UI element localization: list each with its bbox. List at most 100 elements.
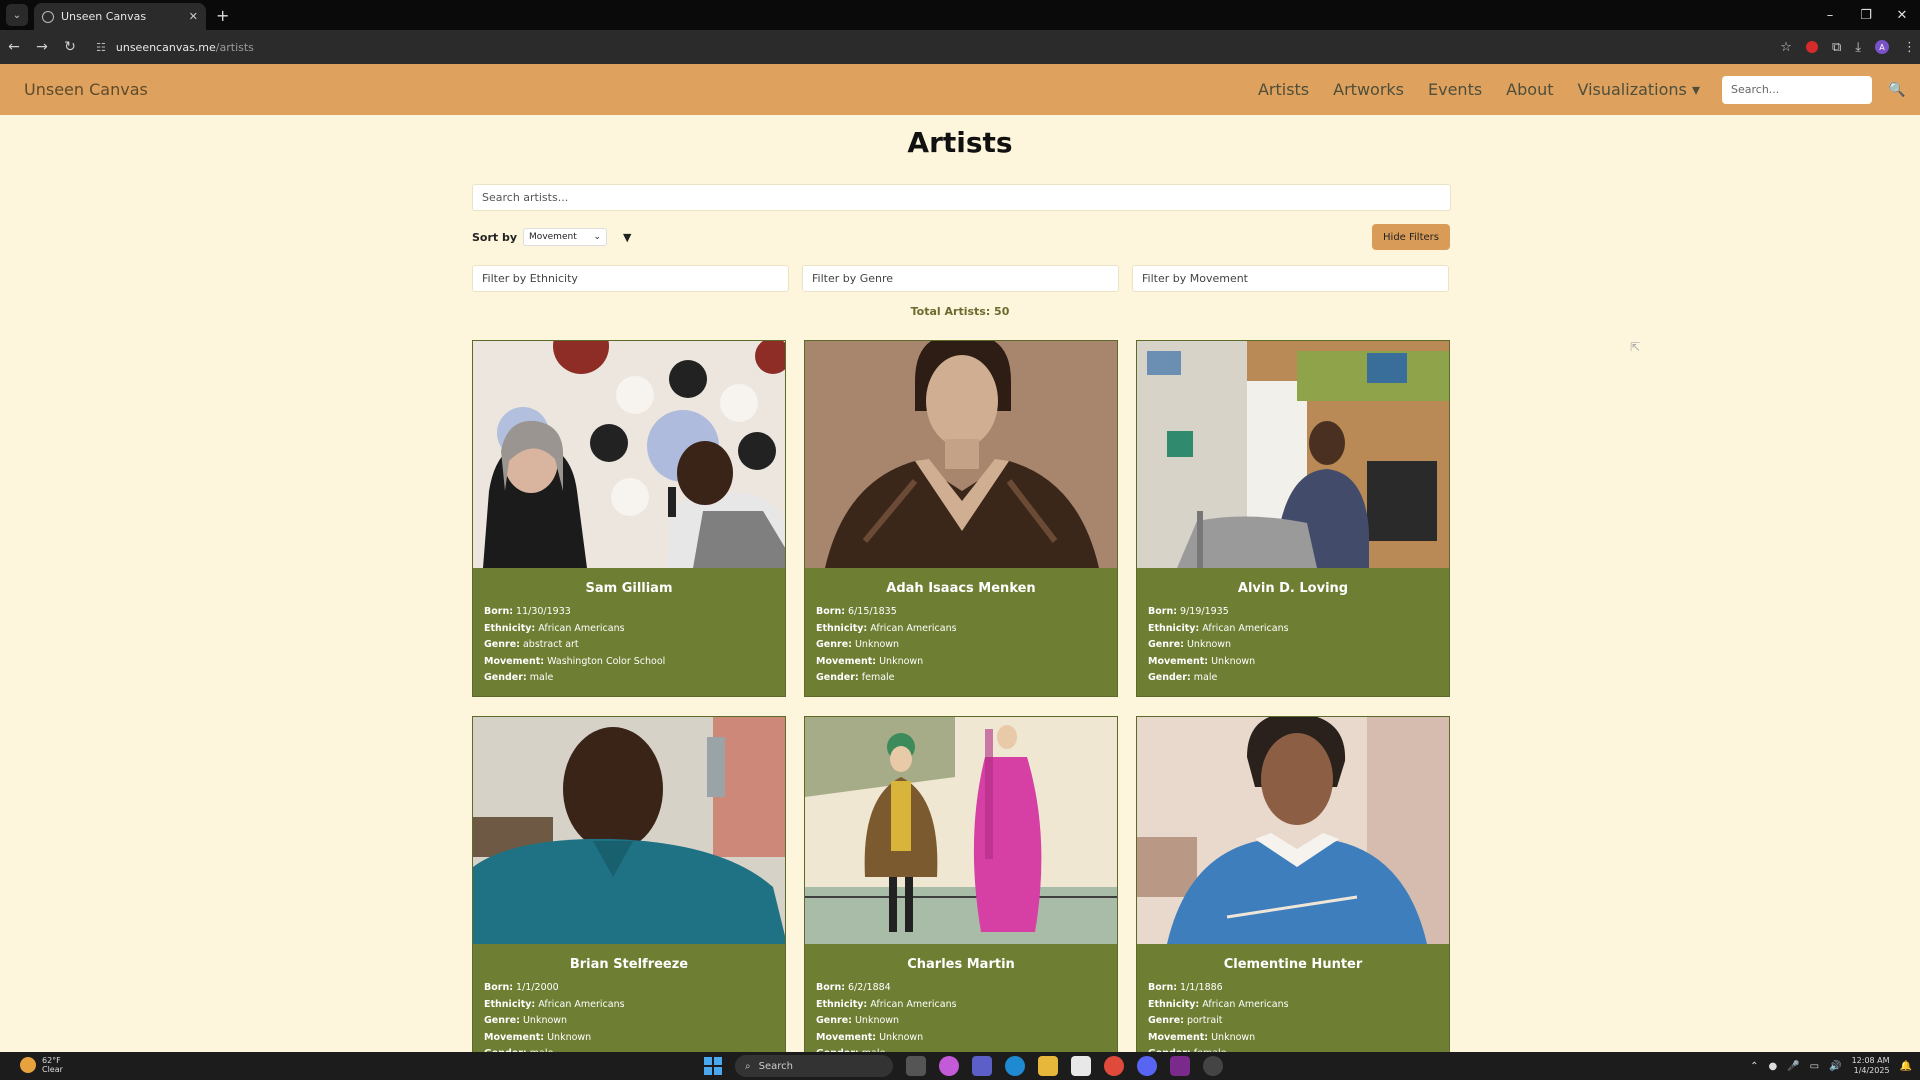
close-tab-icon[interactable]: ✕ bbox=[189, 10, 198, 23]
profile-avatar[interactable]: A bbox=[1875, 40, 1889, 54]
chrome-icon[interactable] bbox=[1104, 1056, 1124, 1076]
artist-gender: male bbox=[529, 672, 554, 683]
weather-desc: Clear bbox=[42, 1065, 63, 1074]
artist-ethnicity: African Americans bbox=[538, 622, 625, 634]
nav-events-link[interactable]: Events bbox=[1428, 80, 1482, 99]
task-view-icon[interactable] bbox=[906, 1056, 926, 1076]
sort-select[interactable]: Movement ⌄ bbox=[523, 228, 608, 246]
store-icon[interactable] bbox=[1071, 1056, 1091, 1076]
artist-genre: Unknown bbox=[854, 1015, 900, 1026]
taskbar-apps: ⌕ Search bbox=[704, 1055, 1223, 1077]
artist-genre: Unknown bbox=[1186, 639, 1232, 650]
tab-search-chevron-icon[interactable]: ⌄ bbox=[6, 4, 28, 26]
back-arrow-icon[interactable]: ← bbox=[0, 39, 28, 55]
discord-icon[interactable] bbox=[1137, 1056, 1157, 1076]
artist-card-adah-isaacs-menken[interactable]: Adah Isaacs Menken Born: 6/15/1835 Ethni… bbox=[804, 340, 1118, 697]
menu-kebab-icon[interactable]: ⋮ bbox=[1903, 40, 1916, 55]
artist-details: Born: 11/30/1933 Ethnicity: African Amer… bbox=[484, 606, 666, 683]
search-icon[interactable]: 🔍 bbox=[1888, 82, 1905, 98]
download-icon[interactable]: ⤓ bbox=[1855, 40, 1861, 55]
artist-name: Charles Martin bbox=[907, 957, 1015, 972]
nav-visualizations-dropdown[interactable]: Visualizations ▾ bbox=[1577, 80, 1700, 99]
artist-genre: Unknown bbox=[854, 639, 900, 650]
artist-card-charles-martin[interactable]: Charles Martin Born: 6/2/1884 Ethnicity:… bbox=[804, 716, 1118, 1073]
search-artists-input[interactable]: Search artists... bbox=[472, 184, 1451, 211]
nav-artists-link[interactable]: Artists bbox=[1258, 80, 1309, 99]
volume-icon[interactable]: 🔊 bbox=[1829, 1061, 1841, 1072]
artist-movement: Washington Color School bbox=[547, 655, 666, 667]
artist-movement: Unknown bbox=[1211, 1031, 1256, 1043]
file-explorer-icon[interactable] bbox=[1038, 1056, 1058, 1076]
globe-icon bbox=[42, 10, 54, 23]
steam-icon[interactable] bbox=[1203, 1056, 1223, 1076]
site-search-input[interactable]: Search... bbox=[1722, 76, 1872, 104]
microphone-icon[interactable]: 🎤 bbox=[1787, 1061, 1799, 1072]
tray-app-icon[interactable]: ● bbox=[1768, 1061, 1777, 1072]
artist-gender: male bbox=[1193, 672, 1218, 683]
close-window-icon[interactable]: ✕ bbox=[1884, 8, 1920, 23]
artist-card-clementine-hunter[interactable]: Clementine Hunter Born: 1/1/1886 Ethnici… bbox=[1136, 716, 1450, 1073]
artist-details: Born: 9/19/1935 Ethnicity: African Ameri… bbox=[1148, 606, 1289, 683]
browser-tab-active[interactable]: Unseen Canvas ✕ bbox=[34, 3, 206, 30]
page-title: Artists bbox=[907, 126, 1013, 159]
artist-name: Alvin D. Loving bbox=[1237, 581, 1349, 596]
nav-links: Artists Artworks Events About Visualizat… bbox=[1258, 80, 1700, 99]
filter-genre-input[interactable]: Filter by Genre bbox=[802, 265, 1119, 292]
artist-ethnicity: African Americans bbox=[1202, 998, 1289, 1010]
filter-movement-input[interactable]: Filter by Movement bbox=[1132, 265, 1449, 292]
windows-start-icon[interactable] bbox=[704, 1057, 722, 1075]
artist-photo bbox=[1137, 717, 1449, 944]
artist-card-sam-gilliam[interactable]: Sam Gilliam Born: 11/30/1933 Ethnicity: … bbox=[472, 340, 786, 697]
edge-icon[interactable] bbox=[1005, 1056, 1025, 1076]
bookmark-star-icon[interactable]: ☆ bbox=[1780, 40, 1792, 55]
weather-widget[interactable]: 62°F Clear bbox=[20, 1056, 63, 1074]
weather-sun-icon bbox=[20, 1057, 36, 1073]
artist-photo bbox=[805, 341, 1117, 568]
copilot-icon[interactable] bbox=[939, 1056, 959, 1076]
artist-photo bbox=[1137, 341, 1449, 568]
artist-born: 9/19/1935 bbox=[1180, 606, 1229, 617]
artist-name: Clementine Hunter bbox=[1223, 957, 1363, 972]
minimize-icon[interactable]: – bbox=[1812, 8, 1848, 23]
artist-ethnicity: African Americans bbox=[538, 998, 625, 1010]
chevron-up-icon[interactable]: ⌃ bbox=[1750, 1061, 1758, 1072]
taskbar-search-label: Search bbox=[758, 1060, 793, 1072]
taskbar-search[interactable]: ⌕ Search bbox=[735, 1055, 893, 1077]
app-icon[interactable] bbox=[1170, 1056, 1190, 1076]
artist-card-alvin-d-loving[interactable]: Alvin D. Loving Born: 9/19/1935 Ethnicit… bbox=[1136, 340, 1450, 697]
artist-photo bbox=[473, 717, 785, 944]
window-controls: – ❐ ✕ bbox=[1812, 0, 1920, 30]
artist-ethnicity: African Americans bbox=[1202, 622, 1289, 634]
artist-born: 6/2/1884 bbox=[848, 982, 891, 993]
new-tab-button[interactable]: + bbox=[216, 6, 229, 25]
extension-icon[interactable] bbox=[1805, 41, 1818, 53]
restore-icon[interactable]: ❐ bbox=[1848, 8, 1884, 23]
total-artists-count: Total Artists: 50 bbox=[910, 305, 1010, 318]
clock-time: 12:08 AM bbox=[1851, 1056, 1890, 1065]
site-settings-icon[interactable]: ☷ bbox=[96, 41, 106, 54]
artist-genre: abstract art bbox=[522, 639, 579, 650]
artist-ethnicity: African Americans bbox=[870, 622, 957, 634]
artist-born: 6/15/1835 bbox=[848, 606, 897, 617]
artist-born: 1/1/1886 bbox=[1180, 982, 1223, 993]
artist-card-brian-stelfreeze[interactable]: Brian Stelfreeze Born: 1/1/2000 Ethnicit… bbox=[472, 716, 786, 1073]
site-brand-link[interactable]: Unseen Canvas bbox=[24, 80, 148, 99]
sort-direction-toggle-icon[interactable]: ▼ bbox=[623, 231, 631, 244]
chevron-down-icon: ⌄ bbox=[593, 232, 602, 242]
artist-genre: Unknown bbox=[522, 1015, 568, 1026]
address-bar[interactable]: ☷ unseencanvas.me/artists bbox=[90, 34, 1740, 60]
system-clock[interactable]: 12:08 AM 1/4/2025 bbox=[1852, 1056, 1890, 1076]
nav-artworks-link[interactable]: Artworks bbox=[1333, 80, 1404, 99]
artist-name: Sam Gilliam bbox=[585, 581, 673, 596]
extensions-puzzle-icon[interactable]: ⧉ bbox=[1832, 40, 1841, 55]
hide-filters-button[interactable]: Hide Filters bbox=[1372, 224, 1450, 250]
artist-gender: female bbox=[861, 672, 895, 683]
notification-icon[interactable]: 🔔 bbox=[1900, 1061, 1912, 1072]
filter-ethnicity-input[interactable]: Filter by Ethnicity bbox=[472, 265, 789, 292]
reload-icon[interactable]: ↻ bbox=[56, 39, 84, 55]
forward-arrow-icon[interactable]: → bbox=[28, 39, 56, 55]
tab-title: Unseen Canvas bbox=[61, 10, 147, 23]
teams-icon[interactable] bbox=[972, 1056, 992, 1076]
nav-about-link[interactable]: About bbox=[1506, 80, 1553, 99]
network-icon[interactable]: ▭ bbox=[1810, 1061, 1819, 1072]
